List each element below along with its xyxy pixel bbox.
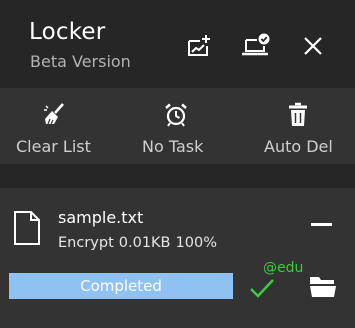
open-folder-button[interactable] (308, 273, 338, 299)
check-icon (250, 279, 274, 298)
file-size: 0.01KB (118, 235, 171, 251)
laptop-button[interactable] (240, 30, 272, 62)
task-action: Encrypt (58, 235, 114, 251)
task-card: sample.txt Encrypt 0.01KB 100% Completed @… (0, 188, 355, 328)
close-button[interactable] (297, 30, 329, 62)
file-name: sample.txt (58, 208, 144, 227)
app-subtitle: Beta Version (30, 52, 131, 71)
close-icon (304, 37, 322, 55)
watermark-text: @edu (263, 260, 304, 276)
auto-delete-button[interactable]: Auto Del (236, 88, 355, 164)
no-task-button[interactable]: No Task (118, 88, 236, 164)
file-icon (14, 211, 40, 245)
progress-status: Completed (80, 277, 162, 295)
clear-list-button[interactable]: Clear List (0, 88, 118, 164)
no-task-label: No Task (142, 137, 204, 156)
progress-bar: Completed (9, 273, 233, 299)
file-meta: Encrypt 0.01KB 100% (58, 235, 217, 251)
auto-delete-label: Auto Del (264, 137, 333, 156)
trash-icon (286, 102, 310, 128)
new-task-button[interactable] (183, 30, 215, 62)
minus-icon (311, 223, 332, 226)
alarm-clock-icon (164, 102, 188, 128)
collapse-button[interactable] (309, 218, 335, 230)
toolbar: Clear List No Task Auto Del (0, 88, 355, 164)
app-title: Locker (29, 19, 106, 45)
new-task-icon (188, 35, 210, 56)
header: Locker Beta Version (0, 0, 355, 88)
task-percent: 100% (175, 235, 217, 251)
broom-icon (43, 102, 67, 128)
folder-icon (310, 277, 336, 297)
laptop-check-icon (242, 33, 270, 56)
clear-list-label: Clear List (16, 137, 91, 156)
